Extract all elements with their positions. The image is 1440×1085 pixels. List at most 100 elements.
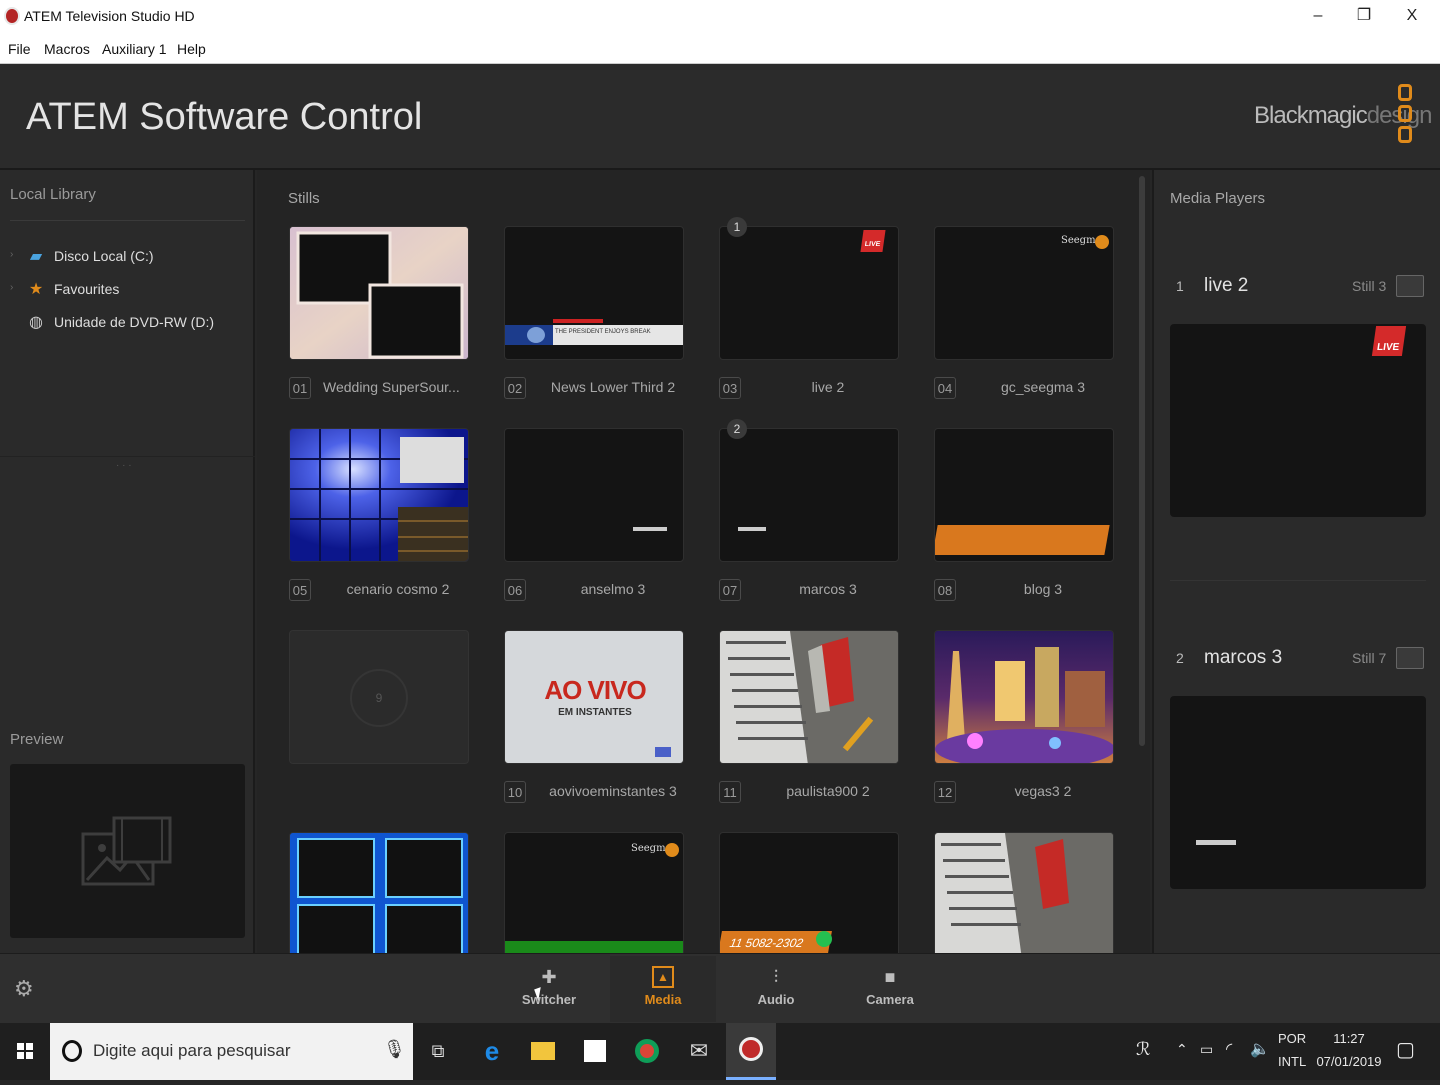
language-code: POR	[1278, 1031, 1307, 1046]
still-caption-12: 12 vegas3 2	[934, 781, 1124, 805]
store-icon[interactable]	[579, 1035, 611, 1067]
still-number: 02	[504, 377, 526, 399]
divider	[10, 220, 245, 221]
still-name: aovivoeminstantes 3	[549, 783, 677, 799]
still-thumbnail-05[interactable]	[289, 428, 469, 562]
blackmagic-logo-icon	[1398, 84, 1412, 147]
volume-icon[interactable]: 🔈	[1250, 1039, 1270, 1059]
tab-camera[interactable]: ■ Camera	[837, 956, 943, 1022]
task-view-icon[interactable]: ⧉	[422, 1035, 454, 1067]
still-number: 10	[504, 781, 526, 803]
still-slot-empty-09[interactable]: 9	[289, 630, 469, 764]
still-thumbnail-03[interactable]: LIVE	[719, 226, 899, 360]
library-item-favourites[interactable]: › ★ Favourites	[10, 279, 240, 303]
still-thumbnail-07[interactable]	[719, 428, 899, 562]
library-item-disco-local[interactable]: › ▰ Disco Local (C:)	[10, 246, 240, 270]
show-hidden-icons-chevron-icon[interactable]: ⌃	[1176, 1041, 1188, 1058]
still-name: News Lower Third 2	[550, 379, 676, 395]
still-number: 05	[289, 579, 311, 601]
expand-arrow-icon[interactable]: ›	[10, 282, 13, 293]
vegas-night-photo	[935, 631, 1113, 763]
atem-taskbar-icon[interactable]	[726, 1023, 776, 1080]
lower-third-graphic	[633, 527, 667, 531]
still-thumbnail-11[interactable]	[719, 630, 899, 764]
globe-icon	[527, 327, 545, 343]
still-thumbnail-01[interactable]	[289, 226, 469, 360]
notification-center-icon[interactable]: ▢	[1396, 1037, 1415, 1062]
social-icon	[655, 747, 671, 757]
library-item-dvd[interactable]: ◍ Unidade de DVD-RW (D:)	[10, 312, 240, 336]
menu-auxiliary[interactable]: Auxiliary 1	[102, 41, 167, 57]
stills-title: Stills	[288, 190, 320, 207]
start-button[interactable]	[0, 1023, 50, 1080]
bottom-tab-bar: ⚙ ✚ Switcher ▲ Media ⫶ Audio ■ Camera	[0, 953, 1440, 1023]
menu-file[interactable]: File	[8, 41, 31, 57]
em-instantes-text: EM INSTANTES	[558, 707, 632, 718]
image-icon[interactable]	[1396, 275, 1424, 297]
tab-audio[interactable]: ⫶ Audio	[723, 956, 829, 1022]
still-number: 06	[504, 579, 526, 601]
ao-vivo-text: AO VIVO	[544, 675, 646, 705]
menu-bar: File Macros Auxiliary 1 Help	[0, 34, 1440, 64]
still-caption-03: 03 live 2	[719, 377, 909, 401]
taskbar-search[interactable]: Digite aqui para pesquisar 🎙	[50, 1023, 413, 1080]
media-player-2-screen[interactable]	[1170, 696, 1426, 889]
windows-logo-icon	[17, 1043, 33, 1059]
menu-macros[interactable]: Macros	[44, 41, 90, 57]
file-explorer-icon[interactable]	[527, 1035, 559, 1067]
library-item-label: Favourites	[54, 281, 120, 297]
clock[interactable]: 11:27 07/01/2019	[1316, 1031, 1382, 1069]
maximize-button[interactable]: ❐	[1342, 4, 1386, 28]
tab-label: Camera	[866, 992, 914, 1007]
battery-icon[interactable]: ▭	[1200, 1041, 1213, 1058]
divider	[1170, 580, 1426, 581]
still-thumbnail-12[interactable]	[934, 630, 1114, 764]
minimize-button[interactable]: –	[1296, 4, 1340, 28]
still-thumbnail-13[interactable]	[289, 832, 469, 953]
lower-third-graphic	[1196, 840, 1236, 845]
seegma-logo-icon	[1095, 235, 1109, 249]
still-thumbnail-04[interactable]: Seegma	[934, 226, 1114, 360]
language-indicator[interactable]: POR INTL	[1278, 1031, 1306, 1069]
expand-arrow-icon[interactable]: ›	[10, 249, 13, 260]
still-thumbnail-14[interactable]: Seegma	[504, 832, 684, 953]
menu-help[interactable]: Help	[177, 41, 206, 57]
window-title: ATEM Television Studio HD	[24, 8, 195, 24]
paulista-city-photo	[935, 833, 1113, 953]
edge-browser-icon[interactable]: e	[476, 1035, 508, 1067]
still-caption-10: 10 aovivoeminstantes 3	[504, 781, 694, 805]
resize-handle[interactable]: · · ·	[116, 460, 132, 471]
media-player-number: 1	[1176, 278, 1184, 294]
microphone-icon[interactable]: 🎙	[383, 1039, 406, 1060]
still-thumbnail-10[interactable]: AO VIVO EM INSTANTES	[504, 630, 684, 764]
tab-switcher[interactable]: ✚ Switcher	[496, 956, 602, 1022]
wifi-icon[interactable]: ◜	[1226, 1039, 1232, 1059]
close-button[interactable]: X	[1390, 4, 1434, 28]
cosmo-set-graphic	[290, 429, 468, 561]
mail-icon[interactable]: ✉	[683, 1035, 715, 1067]
still-number: 07	[719, 579, 741, 601]
still-thumbnail-16[interactable]	[934, 832, 1114, 953]
lower-third-graphic	[738, 527, 766, 531]
image-icon[interactable]	[1396, 647, 1424, 669]
whatsapp-icon	[816, 931, 832, 947]
panel-splitter[interactable]	[0, 456, 255, 457]
media-player-1-screen[interactable]: LIVE	[1170, 324, 1426, 517]
still-thumbnail-15[interactable]: 11 5082-2302	[719, 832, 899, 953]
media-player-marker-2: 2	[727, 419, 747, 439]
blue-grid-frame-graphic	[290, 833, 468, 953]
still-thumbnail-08[interactable]	[934, 428, 1114, 562]
still-thumbnail-02[interactable]: THE PRESIDENT ENJOYS BREAK	[504, 226, 684, 360]
settings-gear-icon[interactable]: ⚙	[14, 976, 34, 1002]
people-icon[interactable]: ℛ	[1136, 1039, 1150, 1060]
media-players-panel: Media Players 1 live 2 Still 3 LIVE 2 ma…	[1152, 170, 1440, 953]
image-placeholder-icon	[81, 816, 172, 886]
media-player-name: live 2	[1204, 275, 1249, 296]
tab-media[interactable]: ▲ Media	[610, 956, 716, 1022]
stills-scrollbar[interactable]	[1139, 176, 1145, 746]
still-name: vegas3 2	[1014, 783, 1072, 799]
still-thumbnail-06[interactable]	[504, 428, 684, 562]
star-icon: ★	[28, 281, 44, 298]
keyboard-layout: INTL	[1278, 1054, 1307, 1069]
chrome-icon[interactable]	[631, 1035, 663, 1067]
